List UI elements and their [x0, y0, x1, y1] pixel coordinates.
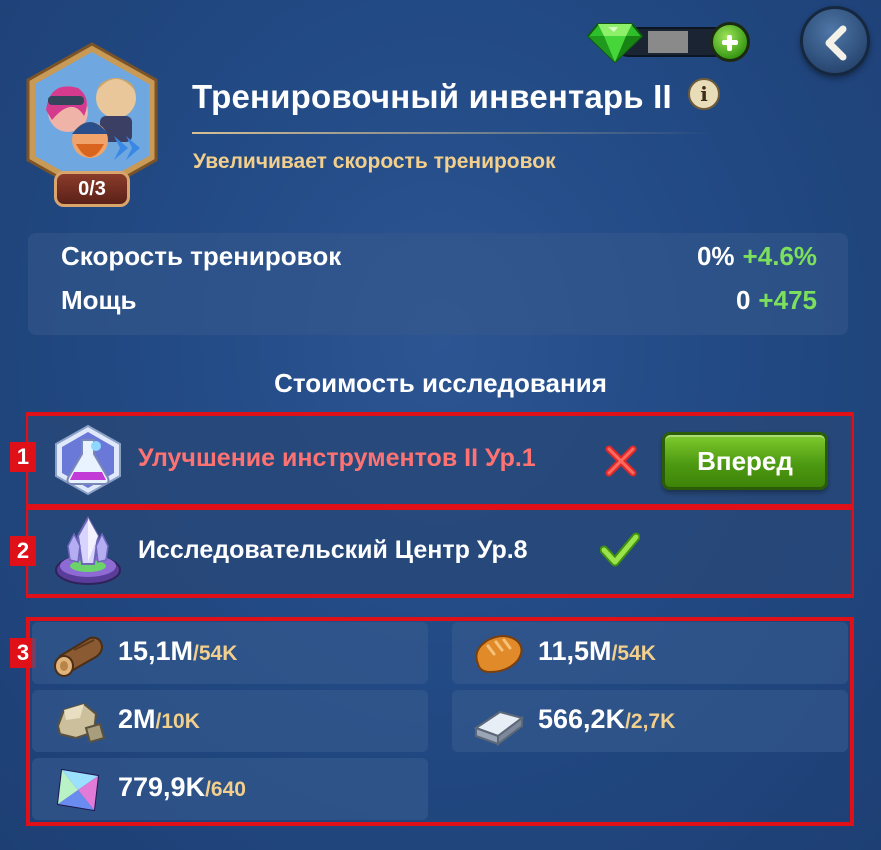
stat-current: 0%	[696, 241, 735, 271]
research-detail-screen: 0/3 Тренировочный инвентарь II i Увеличи…	[0, 0, 881, 850]
section-title: Стоимость исследования	[274, 368, 607, 398]
stat-current: 0	[735, 285, 751, 315]
stat-label: Скорость тренировок	[61, 241, 342, 271]
stone-icon	[56, 702, 106, 744]
gem-amount-hidden	[648, 31, 688, 53]
resource-need: /640	[205, 778, 246, 801]
flask-icon	[55, 424, 121, 496]
resource-need: /2,7K	[625, 710, 676, 733]
bread-icon	[475, 635, 523, 674]
info-icon[interactable]: i	[688, 78, 720, 110]
resource-have: 566,2K	[538, 704, 626, 734]
crystal-icon	[56, 768, 100, 812]
requirement-row: Исследовательский Центр Ур.8	[28, 510, 852, 594]
resource-crystal: 779,9K/640	[32, 758, 428, 820]
title-divider	[192, 132, 712, 134]
page-title: Тренировочный инвентарь II	[192, 78, 672, 115]
iron-ingot-icon	[473, 710, 525, 746]
resource-have: 11,5M	[538, 636, 612, 666]
add-gems-button[interactable]	[710, 22, 750, 62]
green-gem-icon	[586, 23, 644, 64]
resource-need: /10K	[155, 710, 200, 733]
resource-have: 15,1M	[118, 636, 194, 666]
back-button[interactable]	[800, 6, 870, 76]
go-to-button[interactable]: Вперед	[662, 432, 828, 490]
research-center-icon	[55, 516, 121, 585]
annotation-badge-2: 2	[10, 536, 36, 566]
resource-stone: 2M/10K	[32, 690, 428, 752]
annotation-badge-1: 1	[10, 442, 36, 472]
stat-bonus: +4.6%	[742, 241, 817, 271]
stat-label: Мощь	[61, 285, 137, 315]
cross-icon	[605, 445, 637, 477]
stats-panel: Скорость тренировок 0% +4.6% Мощь 0 +475	[28, 233, 848, 335]
resource-wood: 15,1M/54K	[32, 622, 428, 684]
requirement-row: Улучшение инструментов II Ур.1 Вперед	[28, 416, 852, 504]
resource-iron: 566,2K/2,7K	[452, 690, 848, 752]
resource-food: 11,5M/54K	[452, 622, 848, 684]
gem-currency-bar	[586, 20, 754, 64]
wood-icon	[54, 636, 104, 677]
resource-need: /54K	[611, 642, 656, 665]
resource-have: 779,9K	[118, 772, 206, 802]
progress-counter: 0/3	[54, 171, 130, 207]
requirement-label: Исследовательский Центр Ур.8	[138, 536, 528, 564]
checkmark-icon	[600, 532, 640, 567]
resource-have: 2M	[118, 704, 156, 734]
requirement-label: Улучшение инструментов II Ур.1	[138, 444, 536, 472]
stat-bonus: +475	[758, 285, 817, 315]
page-subtitle: Увеличивает скорость тренировок	[193, 150, 556, 173]
resource-need: /54K	[193, 642, 238, 665]
chevron-left-icon	[825, 25, 847, 61]
